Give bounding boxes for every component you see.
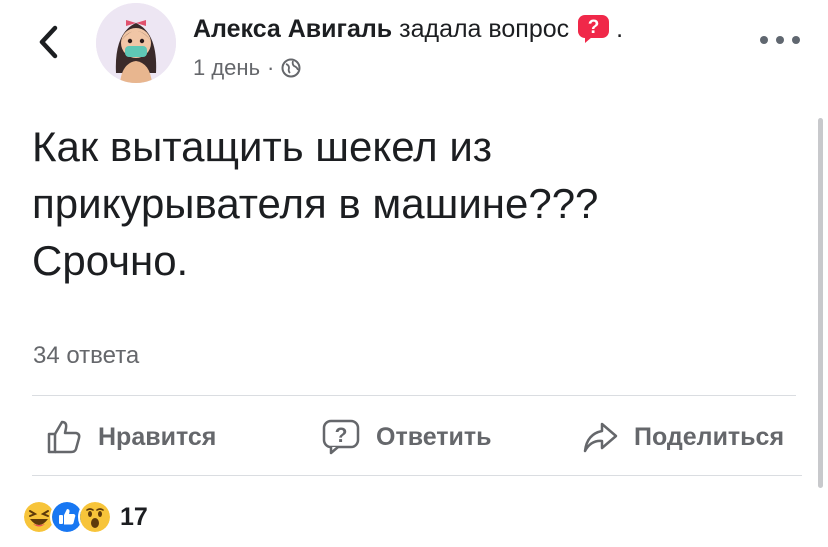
post-text: Как вытащить шекел из прикурывателя в ма… (32, 123, 599, 284)
chevron-left-icon (39, 25, 58, 59)
share-label: Поделиться (634, 422, 785, 451)
author-name[interactable]: Алекса Авигаль (193, 14, 392, 44)
wow-icon (78, 500, 112, 534)
avatar-image (96, 3, 176, 83)
reply-label: Ответить (376, 422, 492, 451)
divider-bottom (32, 475, 802, 476)
post-action-text: задала вопрос (399, 15, 570, 43)
answers-count[interactable]: 34 ответа (33, 342, 139, 370)
more-options-button[interactable] (760, 30, 800, 50)
post-meta: 1 день · (193, 55, 301, 81)
reactions-count: 17 (120, 502, 148, 531)
share-button[interactable]: Поделиться (582, 415, 784, 459)
back-button[interactable] (30, 20, 66, 64)
svg-text:?: ? (588, 17, 600, 38)
share-arrow-icon (583, 422, 618, 453)
globe-icon[interactable] (281, 58, 301, 78)
more-dot (760, 36, 768, 44)
thumbs-up-icon (47, 420, 81, 454)
reply-button[interactable]: ? Ответить (322, 415, 492, 459)
like-label: Нравится (98, 422, 217, 451)
svg-text:?: ? (335, 424, 348, 447)
more-dot (776, 36, 784, 44)
more-dot (792, 36, 800, 44)
question-bubble-icon: ? (322, 419, 360, 455)
scrollbar[interactable] (818, 118, 823, 488)
question-badge-icon: ? (577, 14, 610, 44)
divider-top (32, 395, 796, 396)
trailing-dot: . (616, 15, 624, 43)
meta-separator: · (267, 55, 275, 80)
avatar[interactable] (96, 3, 176, 83)
reactions-summary[interactable]: 17 (22, 500, 148, 534)
post-time[interactable]: 1 день (193, 55, 260, 81)
like-button[interactable]: Нравится (46, 415, 216, 459)
post-header: Алекса Авигаль задала вопрос ? . (193, 14, 623, 44)
